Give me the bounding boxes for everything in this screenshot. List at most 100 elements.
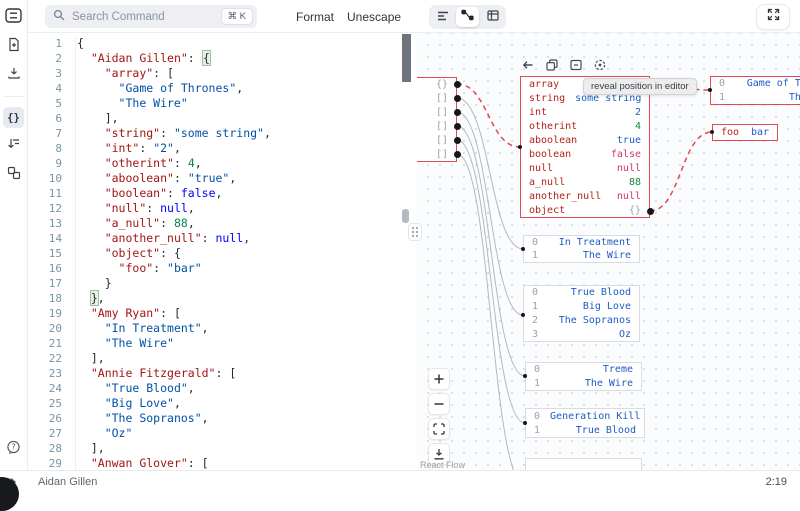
edge-handle[interactable]: [523, 374, 527, 378]
edge-handle[interactable]: [454, 137, 461, 144]
edge-handle[interactable]: [523, 421, 527, 425]
code-line-6[interactable]: 6 ],: [28, 111, 417, 126]
graph-node-anwan-glover-array[interactable]: 0Treme1The Wire: [525, 362, 642, 391]
edge-handle[interactable]: [518, 145, 522, 149]
node-row[interactable]: []: [417, 106, 456, 120]
node-row[interactable]: booleanfalse: [521, 147, 649, 161]
json-code-editor[interactable]: 1{2 "Aidan Gillen": {3 "array": [4 "Game…: [28, 33, 417, 470]
copy-node-button[interactable]: [545, 58, 558, 71]
node-row[interactable]: 1Big Love: [524, 300, 639, 314]
node-row[interactable]: otherint4: [521, 119, 649, 133]
node-row[interactable]: 0In Treatment: [524, 236, 639, 249]
code-line-28[interactable]: 28 ],: [28, 441, 417, 456]
help-button[interactable]: ?: [3, 439, 24, 460]
code-line-4[interactable]: 4 "Game of Thrones",: [28, 81, 417, 96]
zoom-out-button[interactable]: [428, 393, 450, 415]
back-button[interactable]: [521, 58, 534, 71]
graph-node-alice-farmer-array[interactable]: 0The Corner: [525, 458, 642, 470]
node-row[interactable]: 0The Corner: [526, 459, 641, 470]
code-line-1[interactable]: 1{: [28, 36, 417, 51]
code-line-7[interactable]: 7 "string": "some string",: [28, 126, 417, 141]
code-line-3[interactable]: 3 "array": [: [28, 66, 417, 81]
node-row[interactable]: []: [417, 119, 456, 133]
focus-node-button[interactable]: [593, 58, 606, 71]
node-row[interactable]: object{}: [521, 203, 649, 217]
node-row[interactable]: 2The Sopranos: [524, 314, 639, 328]
graph-node-aidan-gillen[interactable]: array[]stringsome stringint2otherint4abo…: [520, 76, 650, 218]
collapse-node-button[interactable]: [569, 58, 582, 71]
tab-text-view[interactable]: [431, 7, 454, 27]
code-line-8[interactable]: 8 "int": "2",: [28, 141, 417, 156]
code-line-2[interactable]: 2 "Aidan Gillen": {: [28, 51, 417, 66]
node-row[interactable]: 0Treme: [526, 363, 641, 377]
edge-handle[interactable]: [521, 313, 525, 317]
code-line-19[interactable]: 19 "Amy Ryan": [: [28, 306, 417, 321]
editor-scrollbar[interactable]: [402, 34, 411, 82]
fit-view-button[interactable]: [428, 418, 450, 440]
node-row[interactable]: []: [417, 147, 456, 161]
code-line-20[interactable]: 20 "In Treatment",: [28, 321, 417, 336]
code-line-18[interactable]: 18 },: [28, 291, 417, 306]
unescape-button[interactable]: Unescape: [347, 0, 401, 33]
graph-node-foo-bar[interactable]: foobar: [712, 124, 778, 141]
code-line-21[interactable]: 21 "The Wire": [28, 336, 417, 351]
edge-handle[interactable]: [454, 95, 461, 102]
code-line-17[interactable]: 17 }: [28, 276, 417, 291]
node-row[interactable]: foobar: [713, 125, 777, 140]
node-row[interactable]: nullnull: [521, 161, 649, 175]
code-line-12[interactable]: 12 "null": null,: [28, 201, 417, 216]
code-line-14[interactable]: 14 "another_null": null,: [28, 231, 417, 246]
node-row[interactable]: another_nullnull: [521, 189, 649, 203]
new-file-button[interactable]: [3, 36, 24, 57]
node-row[interactable]: abooleantrue: [521, 133, 649, 147]
code-line-24[interactable]: 24 "True Blood",: [28, 381, 417, 396]
graph-node-game-of-thrones-array[interactable]: 0Game of Thrones1The Wire: [710, 76, 800, 105]
edge-handle[interactable]: [710, 130, 714, 134]
code-line-26[interactable]: 26 "The Sopranos",: [28, 411, 417, 426]
code-line-22[interactable]: 22 ],: [28, 351, 417, 366]
zoom-in-button[interactable]: [428, 368, 450, 390]
edge-handle[interactable]: [454, 109, 461, 116]
code-line-16[interactable]: 16 "foo": "bar": [28, 261, 417, 276]
graph-node-alexander-skarsgard-array[interactable]: 0Generation Kill1True Blood: [525, 408, 645, 438]
search-command-input[interactable]: Search Command ⌘ K: [45, 5, 257, 28]
code-line-13[interactable]: 13 "a_null": 88,: [28, 216, 417, 231]
edge-handle[interactable]: [454, 81, 461, 88]
code-line-10[interactable]: 10 "aboolean": "true",: [28, 171, 417, 186]
edge-handle[interactable]: [454, 151, 461, 158]
node-row[interactable]: 3Oz: [524, 327, 639, 341]
edge-handle[interactable]: [708, 88, 712, 92]
graph-canvas[interactable]: reveal position in editor React Flow {}[…: [417, 33, 800, 470]
graph-node-amy-ryan-array[interactable]: 0In Treatment1The Wire: [523, 235, 640, 263]
sidebar-item-nodes[interactable]: [3, 165, 24, 186]
code-line-27[interactable]: 27 "Oz": [28, 426, 417, 441]
edge-handle[interactable]: [521, 247, 525, 251]
format-button[interactable]: Format: [296, 0, 334, 33]
node-row[interactable]: 0True Blood: [524, 286, 639, 300]
graph-node-annie-fitzgerald-array[interactable]: 0True Blood1Big Love2The Sopranos3Oz: [523, 285, 640, 342]
sidebar-item-transform[interactable]: [3, 136, 24, 157]
code-line-25[interactable]: 25 "Big Love",: [28, 396, 417, 411]
node-row[interactable]: 1True Blood: [526, 423, 644, 437]
code-line-15[interactable]: 15 "object": {: [28, 246, 417, 261]
node-row[interactable]: a_null88: [521, 175, 649, 189]
node-row[interactable]: rd[]: [417, 133, 456, 147]
node-row[interactable]: int2: [521, 105, 649, 119]
edge-handle[interactable]: [454, 123, 461, 130]
node-row[interactable]: 0Game of Thrones: [711, 77, 800, 91]
sidebar-item-json-view[interactable]: {}: [3, 107, 24, 128]
code-line-9[interactable]: 9 "otherint": 4,: [28, 156, 417, 171]
panel-resize-handle[interactable]: [408, 223, 422, 241]
edge-handle[interactable]: [647, 208, 654, 215]
node-row[interactable]: 1The Wire: [711, 91, 800, 105]
code-line-23[interactable]: 23 "Annie Fitzgerald": [: [28, 366, 417, 381]
code-line-29[interactable]: 29 "Anwan Glover": [: [28, 456, 417, 470]
fullscreen-button[interactable]: [756, 4, 790, 30]
graph-node-root[interactable]: {}[][][]rd[][]: [417, 77, 457, 162]
tab-table-view[interactable]: [481, 7, 504, 27]
node-row[interactable]: 1The Wire: [524, 249, 639, 262]
node-row[interactable]: 1The Wire: [526, 377, 641, 391]
node-row[interactable]: 0Generation Kill: [526, 409, 644, 423]
download-file-button[interactable]: [3, 65, 24, 86]
code-line-11[interactable]: 11 "boolean": false,: [28, 186, 417, 201]
